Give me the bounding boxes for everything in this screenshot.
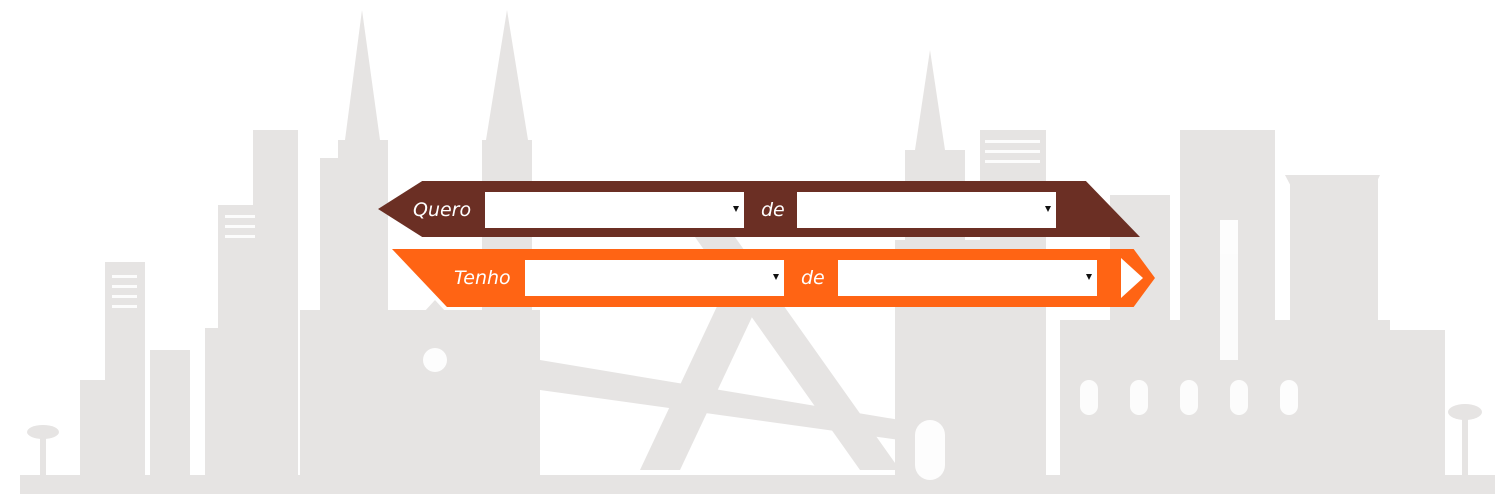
have-currency-select[interactable]: [838, 260, 1097, 296]
city-skyline-illustration: [20, 10, 1495, 494]
chevron-down-icon: [733, 206, 739, 212]
have-quantity-select[interactable]: [525, 260, 784, 296]
want-currency-select[interactable]: [797, 192, 1056, 228]
chevron-down-icon: [1045, 206, 1051, 212]
arrow-right-icon[interactable]: [1121, 258, 1143, 298]
want-of-label: de: [761, 199, 785, 221]
chevron-down-icon: [1086, 274, 1092, 280]
chevron-down-icon: [773, 274, 779, 280]
have-of-label: de: [801, 267, 825, 289]
want-label: Quero: [413, 199, 472, 221]
have-label: Tenho: [454, 267, 511, 289]
want-quantity-select[interactable]: [485, 192, 744, 228]
